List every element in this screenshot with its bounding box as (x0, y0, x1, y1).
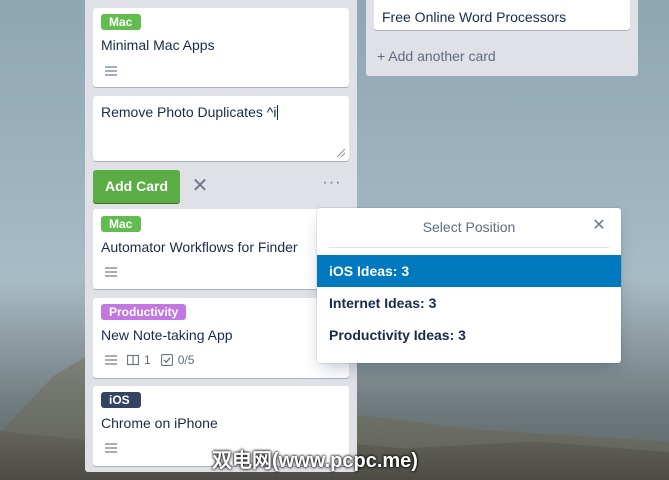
checklist-badge: 0/5 (160, 353, 195, 367)
card-free-online-word-processors[interactable]: Free Online Word Processors (374, 0, 630, 30)
text-caret (277, 105, 279, 120)
list-right: Free Online Word Processors + Add anothe… (366, 0, 638, 76)
card-title: Chrome on iPhone (101, 415, 218, 431)
card-title: New Note-taking App (101, 327, 233, 343)
attachment-badge: 1 (127, 353, 151, 367)
card-title: Automator Workflows for Finder (101, 239, 298, 255)
description-icon (105, 66, 117, 76)
select-position-popover: Select Position ✕ iOS Ideas: 3 Internet … (317, 208, 621, 363)
close-icon[interactable]: ✕ (190, 175, 210, 197)
card-title: Free Online Word Processors (382, 9, 567, 25)
card-title: Minimal Mac Apps (101, 37, 215, 53)
description-icon (105, 267, 117, 277)
position-option-ios-ideas[interactable]: iOS Ideas: 3 (317, 255, 621, 287)
watermark-text: 双电网(www.pcpc.me) (212, 450, 418, 472)
position-option-internet-ideas[interactable]: Internet Ideas: 3 (317, 287, 621, 319)
popover-title: Select Position (422, 219, 516, 235)
card-new-note-taking-app[interactable]: Productivity New Note-taking App 1 0/5 (93, 298, 349, 378)
checklist-icon (160, 354, 173, 366)
more-icon[interactable]: ··· (322, 175, 342, 193)
card-label-mac: Mac (101, 14, 141, 30)
card-minimal-mac-apps[interactable]: Mac Minimal Mac Apps (93, 8, 349, 87)
new-card-textarea[interactable]: Remove Photo Duplicates ^i (93, 96, 349, 161)
card-automator-workflows[interactable]: Mac Automator Workflows for Finder (93, 209, 349, 289)
popover-divider (329, 247, 609, 248)
card-label-mac: Mac (101, 216, 141, 232)
card-badges: 1 0/5 (105, 353, 194, 367)
resize-grip-icon[interactable] (337, 149, 345, 157)
close-icon[interactable]: ✕ (591, 216, 607, 236)
checklist-count: 0/5 (177, 353, 195, 367)
add-card-button[interactable]: Add Card (93, 170, 180, 203)
book-icon (127, 354, 139, 366)
position-option-productivity-ideas[interactable]: Productivity Ideas: 3 (317, 319, 621, 351)
new-card-text: Remove Photo Duplicates ^i (101, 104, 277, 120)
card-label-ios: iOS (101, 392, 141, 408)
card-label-productivity: Productivity (101, 304, 187, 320)
description-icon (105, 355, 117, 365)
description-icon (105, 443, 117, 453)
attachment-count: 1 (144, 353, 151, 367)
add-another-card-link[interactable]: + Add another card (377, 48, 496, 64)
